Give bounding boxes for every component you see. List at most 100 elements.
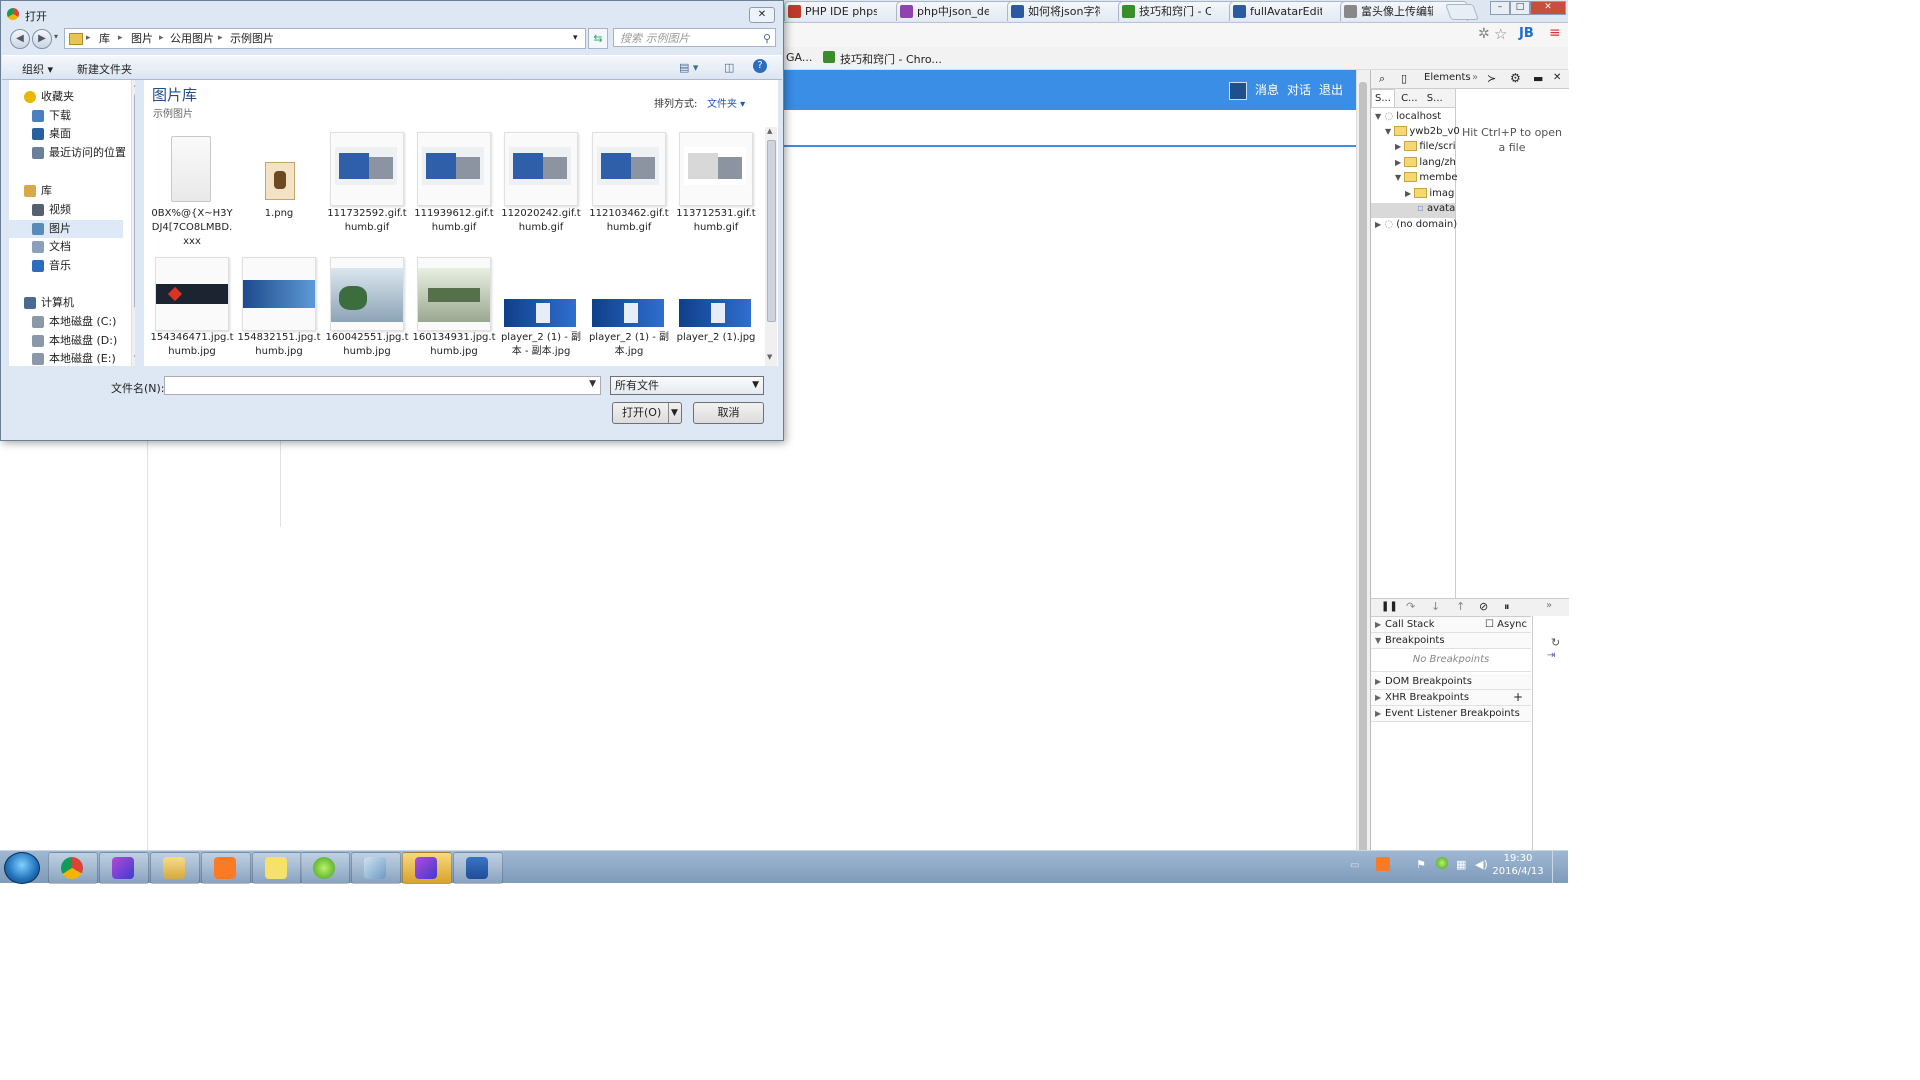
breadcrumb-sample-pictures[interactable]: 示例图片 [230, 29, 274, 48]
tree-item[interactable]: ▼ ywb2b_v0 [1385, 126, 1460, 137]
tray-keyboard-icon[interactable]: ▭ [1350, 860, 1359, 871]
file-item[interactable]: 111939612.gif.thumb.gif [412, 132, 496, 244]
window-close-button[interactable]: ✕ [1530, 1, 1566, 15]
sidebar-item[interactable]: 最近访问的位置 [9, 144, 126, 162]
tray-volume-icon[interactable]: ◀) [1475, 858, 1488, 871]
device-mode-icon[interactable]: ▯ [1401, 72, 1407, 85]
event-listener-breakpoints-pane[interactable]: ▶ Event Listener Breakpoints [1371, 706, 1531, 722]
file-item[interactable]: 160134931.jpg.thumb.jpg [412, 257, 496, 369]
back-arrow-icon[interactable]: ◀ [10, 29, 30, 49]
refresh-icon[interactable]: ⇆ [588, 28, 608, 49]
filename-input[interactable]: ▼ [164, 376, 601, 395]
devtools-tab-elements[interactable]: Elements [1424, 72, 1471, 83]
start-button[interactable] [4, 852, 40, 884]
sidebar-item[interactable]: 本地磁盘 (C:) [9, 313, 123, 331]
taskbar-phpstorm[interactable] [99, 852, 149, 884]
nav-messages[interactable]: 消息 [1255, 81, 1279, 98]
taskbar-app-notepad[interactable] [351, 852, 401, 884]
taskbar-help[interactable] [252, 852, 302, 884]
file-item[interactable]: 111732592.gif.thumb.gif [325, 132, 409, 244]
browser-tab[interactable]: 如何将json字符✕ [1007, 1, 1135, 21]
new-folder-button[interactable]: 新建文件夹 [77, 61, 132, 77]
sidebar-item[interactable]: 库 [9, 182, 123, 200]
file-list-scrollbar[interactable]: ▲ ▼ [765, 127, 777, 366]
step-out-icon[interactable]: ↑ [1456, 600, 1465, 613]
bookmark-tips[interactable]: 技巧和窍门 - Chro... [840, 51, 942, 67]
tree-item[interactable]: ▶ file/scri [1395, 141, 1456, 152]
sidebar-item[interactable]: 文档 [9, 238, 123, 256]
search-input[interactable]: 搜索 示例图片 ⚲ [613, 28, 776, 47]
deactivate-breakpoints-icon[interactable]: ⊘ [1479, 600, 1488, 613]
new-tab-button[interactable] [1445, 4, 1479, 20]
breakpoints-pane[interactable]: ▼ Breakpoints [1371, 633, 1531, 649]
sidebar-item[interactable]: 收藏夹 [9, 88, 123, 106]
sidebar-item[interactable]: 下载 [9, 107, 123, 125]
organize-button[interactable]: 组织 ▾ [22, 61, 53, 77]
tree-item[interactable]: ▼ membe [1395, 172, 1457, 183]
step-icon[interactable]: ⇥ [1547, 650, 1555, 661]
file-item[interactable]: player_2 (1).jpg [674, 257, 758, 369]
minimize-button[interactable]: – [1490, 1, 1510, 15]
tray-flag-icon[interactable]: ⚑ [1416, 858, 1426, 871]
tree-item[interactable]: ▶ ◌ (no domain) [1375, 219, 1457, 230]
taskbar-word[interactable] [453, 852, 503, 884]
browser-tab[interactable]: php中json_dec✕ [896, 1, 1024, 21]
sidebar-item[interactable]: 计算机 [9, 294, 123, 312]
preview-pane-icon[interactable]: ◫ [724, 61, 734, 74]
open-options-chevron-icon[interactable]: ▼ [671, 403, 678, 423]
more-tabs-icon[interactable]: » [1472, 72, 1478, 83]
taskbar-chrome[interactable] [48, 852, 98, 884]
navigator-tab-content[interactable]: C... [1398, 90, 1421, 107]
browser-tab[interactable]: fullAvatarEdito✕ [1229, 1, 1357, 21]
breadcrumb-pictures[interactable]: 图片 [131, 29, 153, 48]
sort-dropdown[interactable]: 文件夹 ▾ [707, 95, 745, 110]
file-item[interactable]: 160042551.jpg.thumb.jpg [325, 257, 409, 369]
show-desktop-button[interactable] [1552, 851, 1569, 883]
browser-tab[interactable]: 技巧和窍门 - C✕ [1118, 1, 1246, 21]
system-clock[interactable]: 19:30 2016/4/13 [1488, 852, 1548, 878]
file-item[interactable]: 112103462.gif.thumb.gif [587, 132, 671, 244]
file-item[interactable]: 0BX%@{X~H3YDJ4[7CO8LMBD.xxx [150, 132, 234, 247]
page-scrollbar[interactable] [1356, 70, 1370, 860]
file-item[interactable]: 112020242.gif.thumb.gif [499, 132, 583, 244]
devtools-close-icon[interactable]: ✕ [1553, 72, 1561, 83]
dialog-close-button[interactable]: ✕ [749, 7, 775, 23]
sidebar-item[interactable]: 音乐 [9, 257, 123, 275]
bookmark-star-icon[interactable]: ☆ [1494, 25, 1507, 43]
breadcrumb-library[interactable]: 库 [99, 29, 110, 48]
jetbrains-extension-icon[interactable]: JB [1519, 26, 1534, 41]
taskbar-explorer[interactable] [150, 852, 200, 884]
file-item[interactable]: player_2 (1) - 副本.jpg [587, 257, 671, 369]
add-xhr-breakpoint-icon[interactable]: + [1513, 690, 1523, 705]
tray-network-icon[interactable]: ▦ [1456, 858, 1466, 871]
inspect-search-icon[interactable]: ⌕ [1379, 72, 1385, 86]
recent-pages-icon[interactable]: ▾ [54, 32, 58, 41]
extension-icon[interactable]: ✲ [1478, 26, 1490, 42]
forward-arrow-icon[interactable]: ▶ [32, 29, 52, 49]
bookmark-ga[interactable]: GA... [786, 51, 812, 64]
pause-on-exceptions-icon[interactable]: ⏸ [1504, 600, 1510, 614]
tree-item[interactable]: ▶ lang/zh [1395, 157, 1456, 168]
cancel-button[interactable]: 取消 [693, 402, 764, 424]
sidebar-item[interactable]: 桌面 [9, 125, 123, 143]
chrome-menu-icon[interactable]: ≡ [1549, 25, 1561, 41]
help-icon[interactable]: ? [753, 59, 767, 73]
navigator-tab-snippets[interactable]: S... [1424, 90, 1446, 107]
breadcrumb-public-pictures[interactable]: 公用图片 [170, 29, 214, 48]
settings-gear-icon[interactable]: ⚙ [1510, 71, 1521, 85]
view-options-icon[interactable]: ▤ ▾ [679, 61, 698, 74]
file-item[interactable]: 1.png [237, 132, 321, 244]
nav-logout[interactable]: 退出 [1319, 81, 1343, 98]
filetype-select[interactable]: 所有文件 ▼ [610, 376, 764, 395]
tray-xampp-icon[interactable] [1376, 857, 1390, 871]
taskbar-app-green[interactable] [300, 852, 350, 884]
dock-side-icon[interactable]: ▬ [1533, 72, 1543, 85]
file-item[interactable]: 154832151.jpg.thumb.jpg [237, 257, 321, 369]
maximize-button[interactable]: □ [1510, 1, 1530, 15]
tree-item[interactable]: ▶ imag [1405, 188, 1454, 199]
sidebar-item[interactable]: 视频 [9, 201, 123, 219]
tree-item[interactable]: ▼ ◌ localhost [1375, 111, 1441, 122]
file-item[interactable]: player_2 (1) - 副本 - 副本.jpg [499, 257, 583, 369]
navigator-tab-sources[interactable]: S... [1371, 89, 1395, 107]
step-into-icon[interactable]: ↓ [1431, 600, 1440, 613]
